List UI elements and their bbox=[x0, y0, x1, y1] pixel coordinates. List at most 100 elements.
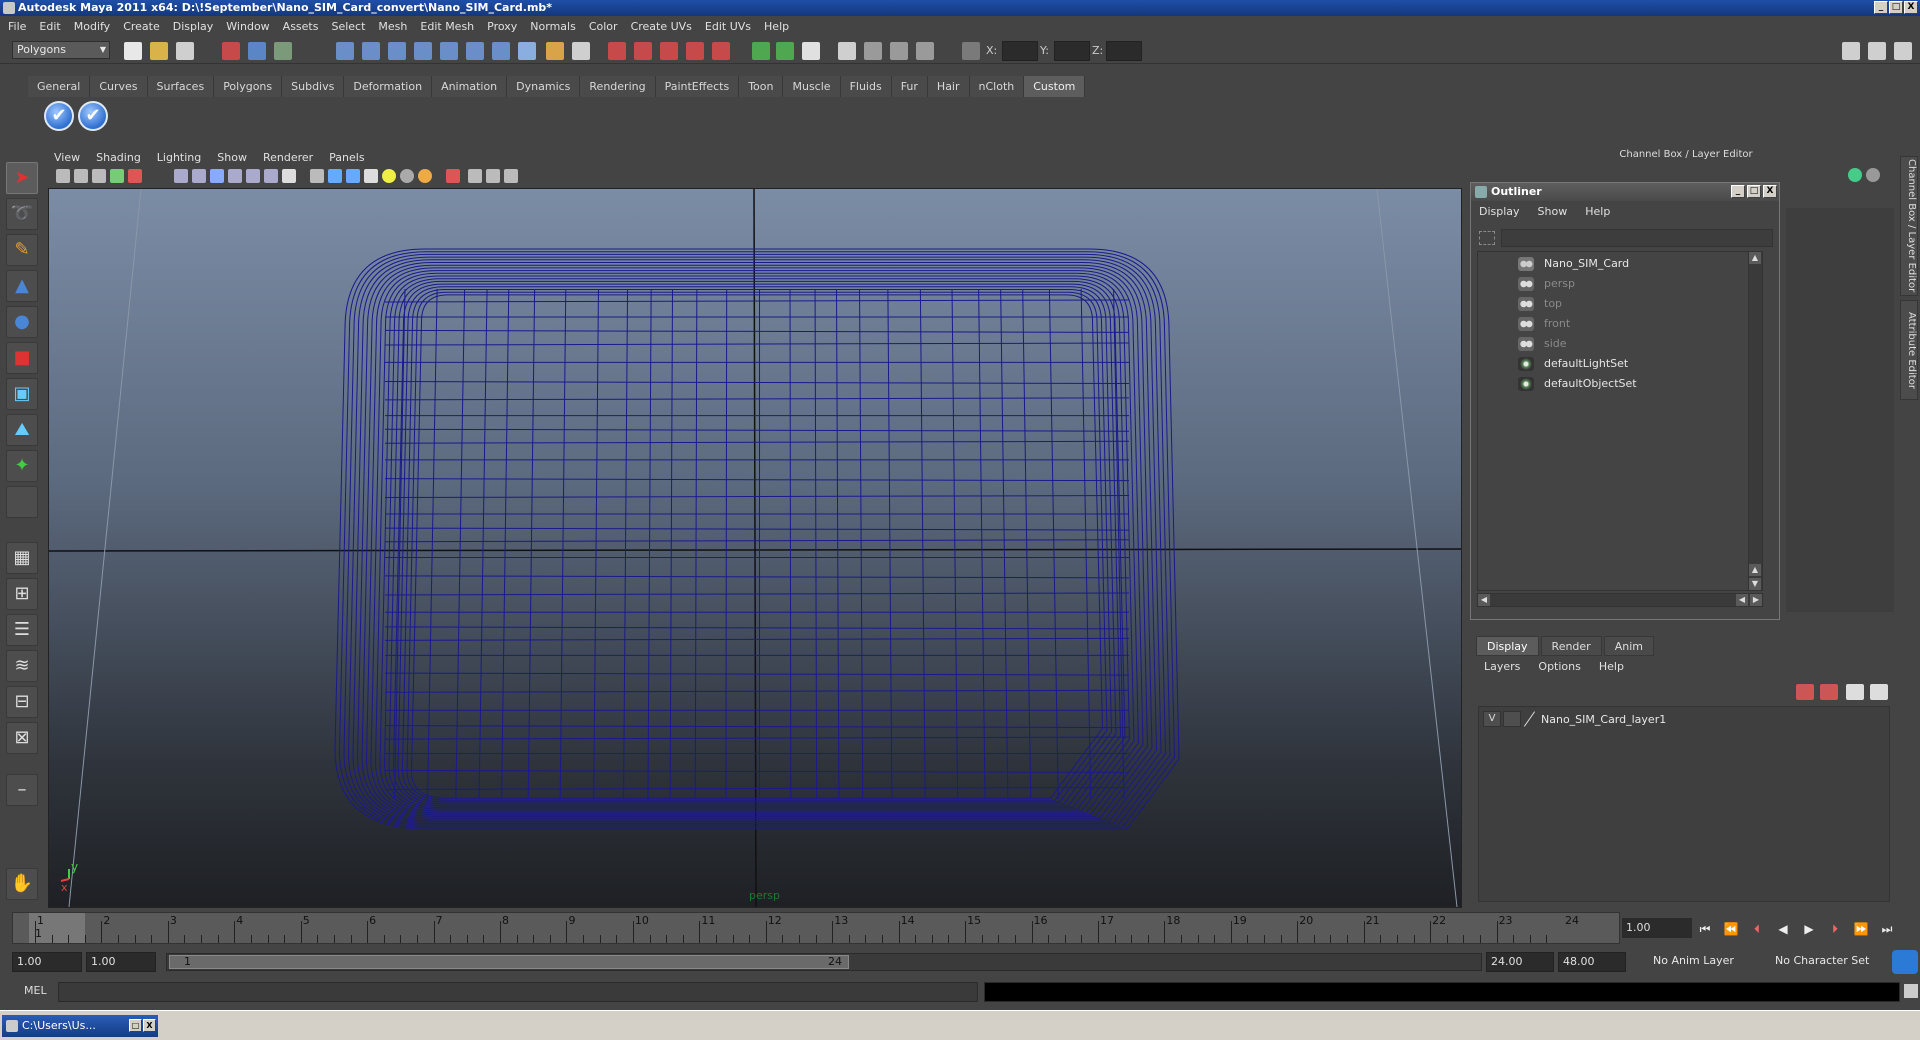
outliner-menu-display[interactable]: Display bbox=[1479, 205, 1520, 218]
xray-icon[interactable] bbox=[468, 169, 482, 183]
vtab-channel-box[interactable]: Channel Box / Layer Editor bbox=[1900, 156, 1918, 296]
layer-menu-help[interactable]: Help bbox=[1599, 660, 1624, 673]
select-hierarchy-icon[interactable] bbox=[222, 42, 240, 60]
save-scene-icon[interactable] bbox=[176, 42, 194, 60]
script-editor-icon[interactable] bbox=[1904, 984, 1918, 998]
playback-start-field[interactable]: 1.00 bbox=[86, 952, 156, 972]
toggle-panel-icon[interactable] bbox=[838, 42, 856, 60]
scroll-left-icon[interactable]: ◀ bbox=[1736, 594, 1748, 606]
outliner-menu-help[interactable]: Help bbox=[1585, 205, 1610, 218]
shelf-tab-curves[interactable]: Curves bbox=[90, 76, 148, 97]
menu-create[interactable]: Create bbox=[123, 20, 160, 33]
layer-row[interactable]: V Nano_SIM_Card_layer1 bbox=[1483, 710, 1883, 728]
viewport-menu-lighting[interactable]: Lighting bbox=[157, 151, 201, 164]
toolbox-toggle-icon[interactable] bbox=[890, 42, 908, 60]
paint-select-tool-button[interactable]: ✎ bbox=[6, 234, 38, 266]
layer-menu-options[interactable]: Options bbox=[1538, 660, 1580, 673]
taskbar-close-button[interactable]: X bbox=[143, 1019, 156, 1032]
viewport-menu-renderer[interactable]: Renderer bbox=[263, 151, 313, 164]
output-ops-icon[interactable] bbox=[492, 42, 510, 60]
outliner-item[interactable]: front bbox=[1518, 314, 1570, 334]
shadows-icon[interactable] bbox=[418, 169, 432, 183]
new-layer-selected-icon[interactable] bbox=[1820, 684, 1838, 700]
outliner-maximize-button[interactable]: □ bbox=[1747, 185, 1761, 198]
step-forward-key-button[interactable]: ⏵ bbox=[1826, 920, 1844, 938]
layer-visibility-toggle[interactable]: V bbox=[1483, 711, 1501, 727]
smooth-shade-icon[interactable] bbox=[328, 169, 342, 183]
menu-select[interactable]: Select bbox=[331, 20, 365, 33]
viewport-menu-show[interactable]: Show bbox=[217, 151, 247, 164]
hypershade-icon[interactable] bbox=[686, 42, 704, 60]
shelf-tab-deformation[interactable]: Deformation bbox=[344, 76, 433, 97]
scroll-left-icon[interactable]: ◀ bbox=[1478, 594, 1490, 606]
menu-create-uvs[interactable]: Create UVs bbox=[631, 20, 692, 33]
wireframe-icon[interactable] bbox=[310, 169, 324, 183]
xray-joints-icon[interactable] bbox=[486, 169, 500, 183]
layer-tab-render[interactable]: Render bbox=[1540, 636, 1602, 656]
film-gate-icon[interactable] bbox=[192, 169, 206, 183]
menu-color[interactable]: Color bbox=[589, 20, 618, 33]
range-slider[interactable]: 1 24 bbox=[166, 953, 1482, 971]
ipr-render-icon[interactable] bbox=[634, 42, 652, 60]
move-tool-button[interactable]: ▲ bbox=[6, 270, 38, 302]
perspective-viewport[interactable]: y x persp bbox=[48, 188, 1462, 908]
shelf-tab-fluids[interactable]: Fluids bbox=[840, 76, 892, 97]
layer-playback-toggle[interactable] bbox=[1503, 711, 1521, 727]
help-icon[interactable] bbox=[518, 42, 536, 60]
menu-display[interactable]: Display bbox=[173, 20, 214, 33]
layer-menu-layers[interactable]: Layers bbox=[1484, 660, 1520, 673]
tool-settings-toggle-icon[interactable] bbox=[1868, 42, 1886, 60]
layer-tab-anim[interactable]: Anim bbox=[1603, 636, 1654, 656]
x-field[interactable] bbox=[1002, 41, 1038, 61]
shelf-tab-general[interactable]: General bbox=[28, 76, 91, 97]
field-chart-icon[interactable] bbox=[246, 169, 260, 183]
input-line-icon[interactable] bbox=[752, 42, 770, 60]
menu-modify[interactable]: Modify bbox=[74, 20, 110, 33]
select-component-icon[interactable] bbox=[274, 42, 292, 60]
outliner-horizontal-scrollbar[interactable]: ◀ ◀ ▶ bbox=[1477, 593, 1763, 607]
layer-color-swatch[interactable] bbox=[1523, 711, 1537, 727]
transform-mode-icon[interactable] bbox=[962, 42, 980, 60]
shelf-tab-dynamics[interactable]: Dynamics bbox=[507, 76, 581, 97]
z-field[interactable] bbox=[1106, 41, 1142, 61]
lock-icon[interactable] bbox=[546, 42, 564, 60]
menu-proxy[interactable]: Proxy bbox=[487, 20, 517, 33]
new-layer-icon[interactable] bbox=[1796, 684, 1814, 700]
select-object-icon[interactable] bbox=[248, 42, 266, 60]
new-scene-icon[interactable] bbox=[124, 42, 142, 60]
make-live-icon[interactable] bbox=[440, 42, 458, 60]
menu-edit-uvs[interactable]: Edit UVs bbox=[705, 20, 751, 33]
scroll-right-icon[interactable]: ▶ bbox=[1750, 594, 1762, 606]
shelf-tab-toon[interactable]: Toon bbox=[739, 76, 784, 97]
vtab-attribute-editor[interactable]: Attribute Editor bbox=[1900, 300, 1918, 400]
go-to-end-button[interactable]: ⏭ bbox=[1878, 920, 1896, 938]
animation-start-field[interactable]: 1.00 bbox=[12, 952, 82, 972]
layout-custom-button[interactable]: ⊠ bbox=[6, 722, 38, 754]
current-frame-field[interactable]: 1.00 bbox=[1622, 918, 1692, 938]
scale-tool-button[interactable]: ■ bbox=[6, 342, 38, 374]
minimize-button[interactable]: _ bbox=[1874, 1, 1888, 14]
range-slider-handle[interactable]: 1 24 bbox=[169, 955, 849, 969]
isolate-select-icon[interactable] bbox=[446, 169, 460, 183]
layout-graph-button[interactable]: ≋ bbox=[6, 650, 38, 682]
shelf-tab-rendering[interactable]: Rendering bbox=[580, 76, 656, 97]
shelf-toggle-icon[interactable] bbox=[864, 42, 882, 60]
grid-icon[interactable] bbox=[174, 169, 188, 183]
gate-mask-icon[interactable] bbox=[228, 169, 242, 183]
layout-single-button[interactable]: ▦ bbox=[6, 542, 38, 574]
2d-pan-zoom-icon[interactable] bbox=[128, 169, 142, 183]
safe-title-icon[interactable] bbox=[282, 169, 296, 183]
image-plane-icon[interactable] bbox=[110, 169, 124, 183]
shelf-check-button-2[interactable]: ✔ bbox=[78, 101, 108, 131]
menu-mesh[interactable]: Mesh bbox=[378, 20, 407, 33]
use-all-lights-icon[interactable] bbox=[400, 169, 414, 183]
rename-icon[interactable] bbox=[776, 42, 794, 60]
layout-hypershade-button[interactable]: ⊟ bbox=[6, 686, 38, 718]
outliner-item[interactable]: persp bbox=[1518, 274, 1575, 294]
shelf-tab-hair[interactable]: Hair bbox=[927, 76, 970, 97]
menu-window[interactable]: Window bbox=[226, 20, 269, 33]
outliner-close-button[interactable]: X bbox=[1763, 185, 1777, 198]
playback-end-field[interactable]: 24.00 bbox=[1486, 952, 1554, 972]
layout-options-button[interactable]: – bbox=[6, 774, 38, 806]
character-set-dropdown[interactable]: No Character Set bbox=[1770, 952, 1884, 970]
